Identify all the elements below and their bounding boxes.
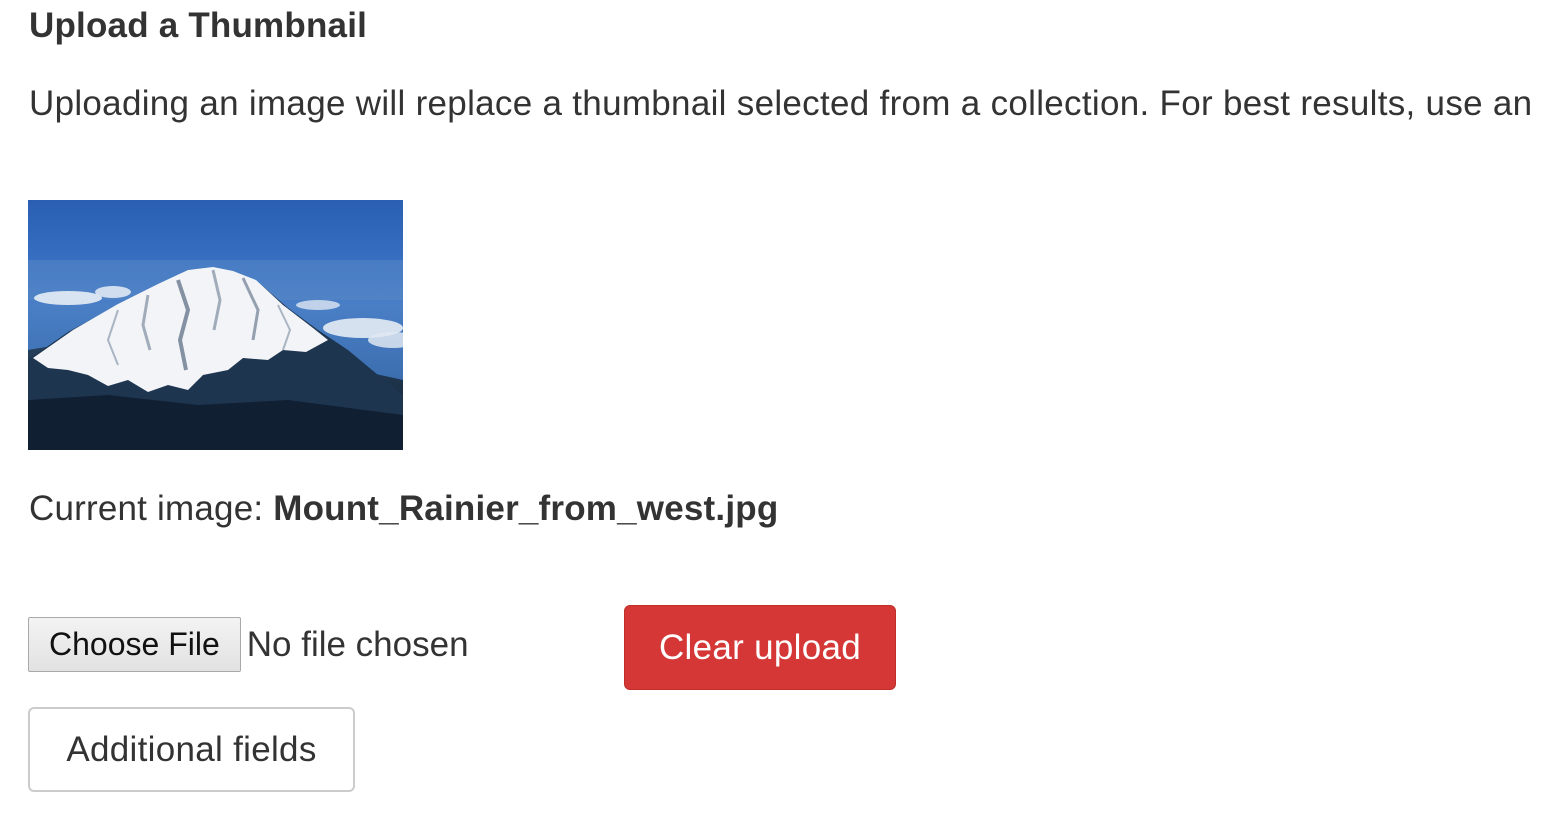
upload-thumbnail-panel: Upload a Thumbnail Uploading an image wi… [0,0,1564,826]
current-image-text: Current image: Mount_Rainier_from_west.j… [29,489,778,529]
additional-fields-button[interactable]: Additional fields [28,707,355,792]
section-title: Upload a Thumbnail [29,6,368,45]
choose-file-button[interactable]: Choose File [28,617,241,672]
file-status-text: No file chosen [246,624,469,664]
file-input[interactable]: Choose File No file chosen [28,617,469,672]
clear-upload-button[interactable]: Clear upload [624,605,896,690]
section-description: Uploading an image will replace a thumbn… [29,84,1533,123]
thumbnail-image [28,200,403,450]
current-image-label: Current image: [29,489,274,528]
current-image-filename: Mount_Rainier_from_west.jpg [273,489,779,528]
